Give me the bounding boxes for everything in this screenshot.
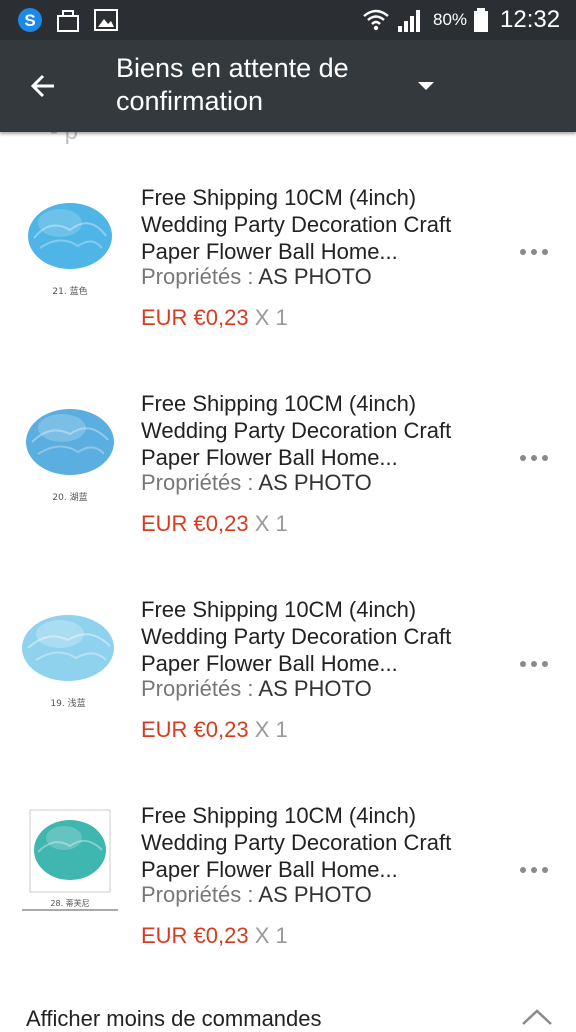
gallery-icon (94, 9, 118, 31)
order-item[interactable]: 19. 浅蓝 Free Shipping 10CM (4inch) Weddin… (0, 570, 576, 777)
properties-value: AS PHOTO (258, 676, 372, 701)
product-price: EUR €0,23 X 1 (141, 305, 288, 331)
product-name[interactable]: Free Shipping 10CM (4inch) Wedding Party… (141, 802, 491, 883)
product-name-line3: Paper Flower Ball Home... (141, 239, 398, 264)
properties-value: AS PHOTO (258, 264, 372, 289)
properties-value: AS PHOTO (258, 470, 372, 495)
page-title-line1: Biens en attente de (116, 53, 349, 83)
signal-icon (398, 10, 420, 32)
quantity: X 1 (254, 717, 288, 742)
previous-section-edge: - p (0, 132, 576, 159)
more-options-icon[interactable] (518, 452, 550, 464)
thumbnail-caption: 19. 浅蓝 (50, 697, 85, 709)
product-price: EUR €0,23 X 1 (141, 923, 288, 949)
product-price: EUR €0,23 X 1 (141, 511, 288, 537)
wifi-icon (363, 9, 389, 31)
battery-icon (474, 8, 488, 32)
product-name-line1: Free Shipping 10CM (4inch) (141, 391, 417, 416)
product-name-line2: Wedding Party Decoration Craft (141, 830, 452, 855)
order-item[interactable]: 21. 蓝色 Free Shipping 10CM (4inch) Weddin… (0, 158, 576, 365)
skype-icon: S (18, 8, 42, 32)
order-item[interactable]: 20. 湖蓝 Free Shipping 10CM (4inch) Weddin… (0, 364, 576, 571)
price-amount: EUR €0,23 (141, 511, 249, 536)
price-amount: EUR €0,23 (141, 717, 249, 742)
store-icon (57, 10, 79, 32)
product-name[interactable]: Free Shipping 10CM (4inch) Wedding Party… (141, 596, 491, 677)
page-title-line2: confirmation (116, 86, 264, 116)
thumbnail-caption: 21. 蓝色 (52, 285, 87, 297)
quantity: X 1 (254, 305, 288, 330)
show-fewer-orders-label: Afficher moins de commandes (26, 1006, 322, 1031)
caret-down-icon[interactable] (414, 78, 438, 94)
product-thumbnail: 19. 浅蓝 (20, 590, 120, 710)
price-amount: EUR €0,23 (141, 305, 249, 330)
properties-label: Propriétés : (141, 676, 254, 701)
status-bar: S 80% 12:32 (0, 0, 576, 40)
product-name-line2: Wedding Party Decoration Craft (141, 212, 452, 237)
more-options-icon[interactable] (518, 864, 550, 876)
thumbnail-caption: 20. 湖蓝 (52, 491, 87, 503)
product-thumbnail: 28. 蒂芙尼 (20, 796, 120, 916)
status-clock: 12:32 (500, 6, 561, 33)
product-properties: Propriétés : AS PHOTO (141, 882, 372, 908)
price-amount: EUR €0,23 (141, 923, 249, 948)
product-price: EUR €0,23 X 1 (141, 717, 288, 743)
quantity: X 1 (254, 923, 288, 948)
product-thumbnail: 20. 湖蓝 (20, 384, 120, 504)
product-properties: Propriétés : AS PHOTO (141, 264, 372, 290)
order-item[interactable]: 28. 蒂芙尼 Free Shipping 10CM (4inch) Weddi… (0, 776, 576, 983)
product-name-line1: Free Shipping 10CM (4inch) (141, 803, 417, 828)
thumbnail-caption: 28. 蒂芙尼 (50, 898, 89, 908)
more-options-icon[interactable] (518, 658, 550, 670)
product-name-line2: Wedding Party Decoration Craft (141, 624, 452, 649)
more-options-icon[interactable] (518, 246, 550, 258)
product-name-line3: Paper Flower Ball Home... (141, 651, 398, 676)
page-title[interactable]: Biens en attente de confirmation (116, 52, 406, 118)
product-name-line3: Paper Flower Ball Home... (141, 857, 398, 882)
properties-value: AS PHOTO (258, 882, 372, 907)
arrow-left-icon[interactable] (26, 68, 62, 104)
product-properties: Propriétés : AS PHOTO (141, 470, 372, 496)
svg-text:S: S (24, 11, 35, 30)
product-name-line1: Free Shipping 10CM (4inch) (141, 185, 417, 210)
quantity: X 1 (254, 511, 288, 536)
product-name-line3: Paper Flower Ball Home... (141, 445, 398, 470)
show-fewer-orders-row[interactable]: Afficher moins de commandes (0, 982, 576, 1031)
product-properties: Propriétés : AS PHOTO (141, 676, 372, 702)
properties-label: Propriétés : (141, 264, 254, 289)
properties-label: Propriétés : (141, 882, 254, 907)
product-name-line1: Free Shipping 10CM (4inch) (141, 597, 417, 622)
product-name[interactable]: Free Shipping 10CM (4inch) Wedding Party… (141, 390, 491, 471)
product-name-line2: Wedding Party Decoration Craft (141, 418, 452, 443)
chevron-up-icon[interactable] (520, 1008, 554, 1026)
product-name[interactable]: Free Shipping 10CM (4inch) Wedding Party… (141, 184, 491, 265)
properties-label: Propriétés : (141, 470, 254, 495)
product-thumbnail: 21. 蓝色 (20, 178, 120, 298)
app-bar: Biens en attente de confirmation (0, 40, 576, 132)
battery-percent: 80% (433, 10, 468, 29)
